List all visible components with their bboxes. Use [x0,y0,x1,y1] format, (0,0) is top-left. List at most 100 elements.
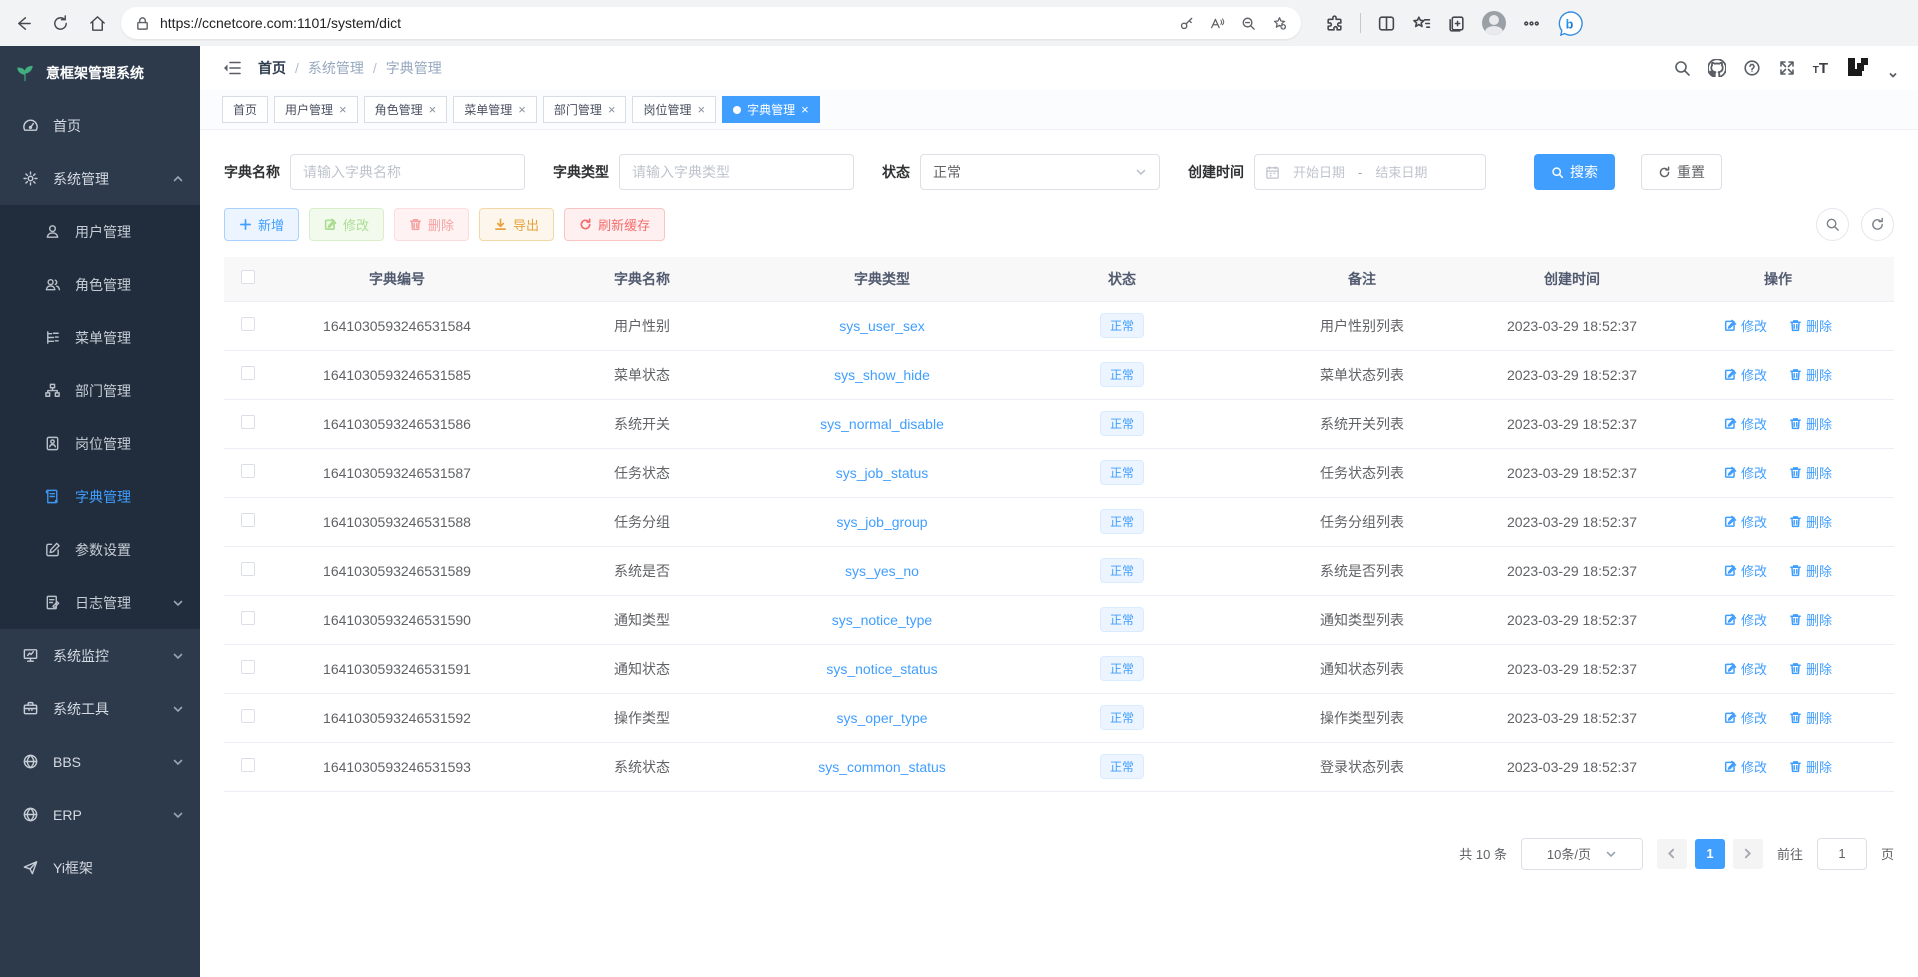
row-checkbox[interactable] [241,415,255,429]
close-icon[interactable]: × [697,103,705,116]
row-delete-button[interactable]: 删除 [1789,708,1832,727]
fullscreen-icon[interactable] [1778,59,1796,77]
reload-icon[interactable] [51,14,70,33]
tab-menu[interactable]: 菜单管理× [453,96,537,123]
page-size-select[interactable]: 10条/页 [1521,838,1643,870]
goto-page-input[interactable] [1817,838,1867,870]
dict-type-link[interactable]: sys_job_status [836,465,929,481]
prev-page-button[interactable] [1657,839,1687,869]
breadcrumb-system[interactable]: 系统管理 [308,58,364,78]
reset-button[interactable]: 重置 [1641,154,1722,190]
delete-button[interactable]: 删除 [394,208,469,241]
sidebar-item-log[interactable]: 日志管理 [0,576,200,629]
tab-user[interactable]: 用户管理× [274,96,358,123]
row-delete-button[interactable]: 删除 [1789,316,1832,335]
dict-name-input[interactable] [290,154,525,190]
row-checkbox[interactable] [241,758,255,772]
select-all-checkbox[interactable] [241,270,255,284]
close-icon[interactable]: × [339,103,347,116]
table-search-toggle-button[interactable] [1816,208,1849,241]
dict-type-input[interactable] [619,154,854,190]
row-edit-button[interactable]: 修改 [1724,512,1767,531]
sidebar-item-tools[interactable]: 系统工具 [0,682,200,735]
column-header-created[interactable]: 创建时间 [1482,257,1662,301]
row-edit-button[interactable]: 修改 [1724,561,1767,580]
extensions-icon[interactable] [1325,14,1344,33]
help-icon[interactable] [1743,59,1761,77]
row-checkbox[interactable] [241,317,255,331]
column-header-remark[interactable]: 备注 [1242,257,1482,301]
refresh-cache-button[interactable]: 刷新缓存 [564,208,665,241]
back-icon[interactable] [14,14,33,33]
dict-type-link[interactable]: sys_notice_status [826,661,937,677]
favorite-add-icon[interactable] [1272,16,1287,31]
sidebar-item-home[interactable]: 首页 [0,99,200,152]
row-checkbox[interactable] [241,366,255,380]
row-checkbox[interactable] [241,562,255,576]
row-delete-button[interactable]: 删除 [1789,512,1832,531]
row-delete-button[interactable]: 删除 [1789,463,1832,482]
favorites-bar-icon[interactable] [1412,14,1431,33]
row-checkbox[interactable] [241,709,255,723]
row-delete-button[interactable]: 删除 [1789,414,1832,433]
search-button[interactable]: 搜索 [1534,154,1615,190]
sidebar-item-system[interactable]: 系统管理 [0,152,200,205]
sidebar-item-dict[interactable]: 字典管理 [0,470,200,523]
key-icon[interactable] [1179,16,1194,31]
date-start-input[interactable] [1286,165,1352,180]
row-checkbox[interactable] [241,464,255,478]
dict-type-link[interactable]: sys_oper_type [836,710,927,726]
tab-dept[interactable]: 部门管理× [543,96,627,123]
home-icon[interactable] [88,14,107,33]
row-delete-button[interactable]: 删除 [1789,365,1832,384]
dict-type-link[interactable]: sys_yes_no [845,563,919,579]
column-header-type[interactable]: 字典类型 [762,257,1002,301]
row-checkbox[interactable] [241,611,255,625]
sidebar-item-erp[interactable]: ERP [0,788,200,841]
column-header-name[interactable]: 字典名称 [522,257,762,301]
sidebar-item-bbs[interactable]: BBS [0,735,200,788]
row-delete-button[interactable]: 删除 [1789,561,1832,580]
sidebar-item-dept[interactable]: 部门管理 [0,364,200,417]
sidebar-item-menu[interactable]: 菜单管理 [0,311,200,364]
status-select[interactable]: 正常 [920,154,1160,190]
row-edit-button[interactable]: 修改 [1724,463,1767,482]
close-icon[interactable]: × [608,103,616,116]
row-edit-button[interactable]: 修改 [1724,316,1767,335]
breadcrumb-home[interactable]: 首页 [258,58,286,78]
row-delete-button[interactable]: 删除 [1789,757,1832,776]
row-edit-button[interactable]: 修改 [1724,757,1767,776]
split-screen-icon[interactable] [1377,14,1396,33]
close-icon[interactable]: × [801,103,809,116]
search-icon[interactable] [1673,59,1691,77]
dict-type-link[interactable]: sys_show_hide [834,367,930,383]
row-edit-button[interactable]: 修改 [1724,610,1767,629]
edit-button[interactable]: 修改 [309,208,384,241]
row-edit-button[interactable]: 修改 [1724,708,1767,727]
chevron-down-icon[interactable] [1888,70,1898,80]
yi-logo[interactable] [1845,55,1871,81]
table-refresh-button[interactable] [1861,208,1894,241]
export-button[interactable]: 导出 [479,208,554,241]
tab-dict-active[interactable]: 字典管理× [722,96,820,123]
sidebar-item-role[interactable]: 角色管理 [0,258,200,311]
url-text[interactable]: https://ccnetcore.com:1101/system/dict [160,15,1169,31]
tab-home[interactable]: 首页 [222,96,268,123]
row-edit-button[interactable]: 修改 [1724,659,1767,678]
sidebar-item-yi[interactable]: Yi框架 [0,841,200,894]
row-delete-button[interactable]: 删除 [1789,610,1832,629]
dict-type-link[interactable]: sys_job_group [836,514,927,530]
dict-type-link[interactable]: sys_user_sex [839,318,925,334]
row-checkbox[interactable] [241,660,255,674]
close-icon[interactable]: × [518,103,526,116]
github-icon[interactable] [1708,59,1726,77]
profile-avatar[interactable] [1482,11,1506,35]
sidebar-item-param[interactable]: 参数设置 [0,523,200,576]
read-aloud-icon[interactable] [1210,16,1225,31]
date-range-picker[interactable]: - [1254,154,1486,190]
hamburger-icon[interactable] [222,58,242,78]
tab-role[interactable]: 角色管理× [364,96,448,123]
column-header-id[interactable]: 字典编号 [272,257,522,301]
tab-post[interactable]: 岗位管理× [632,96,716,123]
zoom-out-icon[interactable] [1241,16,1256,31]
